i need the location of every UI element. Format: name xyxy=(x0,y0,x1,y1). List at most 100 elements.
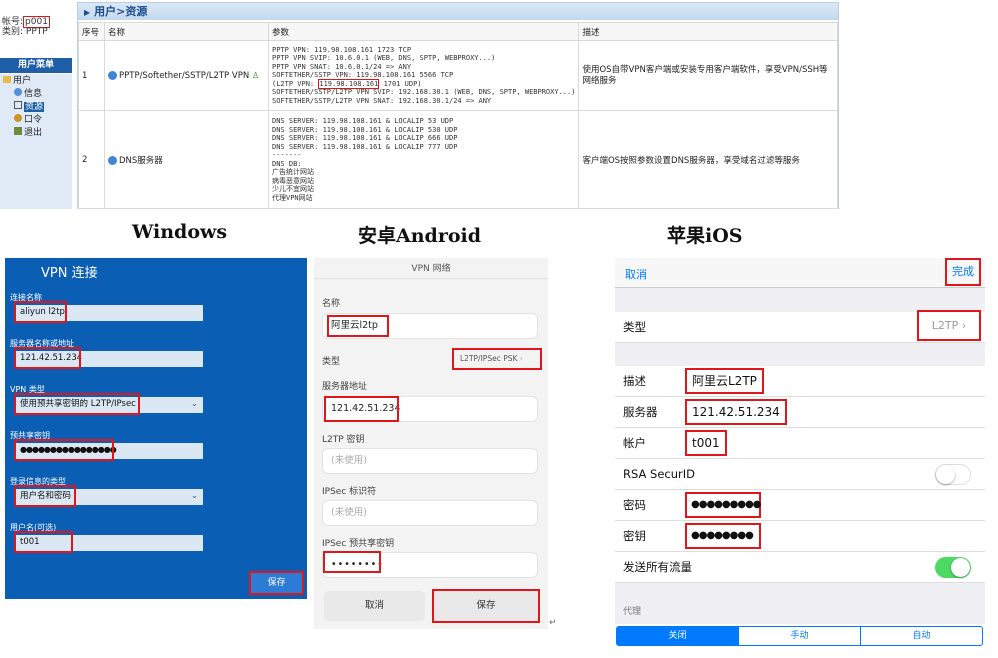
ios-proxy-auto[interactable]: 自动 xyxy=(860,627,982,645)
psk-input[interactable]: ●●●●●●●●●●●●●●●● xyxy=(14,439,203,461)
ios-rsa-label: RSA SecurID xyxy=(623,467,695,481)
key-icon xyxy=(14,114,22,122)
chevron-down-icon: ⌄ xyxy=(190,399,198,409)
globe-icon xyxy=(108,155,117,165)
android-type-select[interactable]: L2TP/IPSec PSK › xyxy=(452,348,542,370)
account-info: 帐号: p001 类别: PPTP xyxy=(2,16,72,37)
row-desc: 客户端OS按照参数设置DNS服务器，享受域名过滤等服务 xyxy=(578,110,838,209)
row-name: DNS服务器 xyxy=(104,110,269,209)
ios-account-value: t001 xyxy=(685,430,727,456)
ios-proxy-manual[interactable]: 手动 xyxy=(738,627,860,645)
windows-vpn-panel: VPN 连接 连接名称 aliyun l2tp 服务器名称或地址 121.42.… xyxy=(5,258,307,599)
ios-nav-bar: 取消 完成 xyxy=(615,258,985,288)
ios-server-value: 121.42.51.234 xyxy=(685,399,787,425)
android-title: VPN 网络 xyxy=(411,264,451,274)
row-desc: 使用OS自带VPN客户端或安装专用客户端软件，享受VPN/SSH等网络服务 xyxy=(578,40,838,111)
heading-windows: Windows xyxy=(132,221,228,243)
android-ipsec-id-input[interactable]: (未使用) xyxy=(322,500,538,526)
server-input[interactable]: 121.42.51.234 xyxy=(14,347,203,369)
col-header-index: 序号 xyxy=(78,22,105,41)
ios-type-label: 类型 xyxy=(623,320,646,334)
info-icon xyxy=(14,88,22,96)
heading-ios: 苹果iOS xyxy=(667,225,743,247)
logout-icon xyxy=(14,127,22,135)
ios-desc-row[interactable]: 描述 阿里云L2TP xyxy=(615,366,985,397)
login-type-select[interactable]: 用户名和密码 ⌄ xyxy=(14,485,203,507)
col-header-name: 名称 xyxy=(104,22,269,41)
play-icon: ▶ xyxy=(84,8,91,17)
vpn-type-select[interactable]: 使用预共享密钥的 L2TP/IPsec ⌄ xyxy=(14,393,203,415)
ios-rsa-switch[interactable] xyxy=(935,464,971,485)
divider xyxy=(314,278,548,279)
android-l2tp-secret-label: L2TP 密钥 xyxy=(322,435,365,445)
globe-icon xyxy=(108,70,117,80)
chevron-down-icon: ⌄ xyxy=(190,491,198,501)
tree-item-user[interactable]: 用户 xyxy=(3,76,31,87)
tree-item-password[interactable]: 口令 xyxy=(14,114,42,126)
user-side-panel: 帐号: p001 类别: PPTP 用户菜单 用户 信息 资源 口令 退出 xyxy=(0,0,72,209)
conn-name-input[interactable]: aliyun l2tp xyxy=(14,301,203,323)
android-server-label: 服务器地址 xyxy=(322,382,368,392)
android-name-input[interactable]: 阿里云l2tp xyxy=(322,313,538,339)
ios-desc-label: 描述 xyxy=(623,374,646,388)
row-params: PPTP VPN: 119.98.108.161 1723 TCP PPTP VP… xyxy=(267,40,580,111)
user-type: 类别: PPTP xyxy=(2,27,48,37)
l2tp-server-highlight: 119.98.108.161 xyxy=(318,78,380,89)
list-icon xyxy=(14,101,22,109)
ios-send-all-row: 发送所有流量 xyxy=(615,552,985,583)
ios-secret-label: 密钥 xyxy=(623,529,646,543)
ios-rsa-row: RSA SecurID xyxy=(615,459,985,490)
row-index: 2 xyxy=(78,110,105,209)
ios-cancel-button[interactable]: 取消 xyxy=(625,266,647,282)
row-name: PPTP/Softether/SSTP/L2TP VPN ♙ xyxy=(104,40,269,111)
ios-send-all-switch[interactable] xyxy=(935,557,971,578)
folder-icon xyxy=(3,76,11,83)
resource-table: 序号 名称 参数 描述 1 PPTP/Softether/SSTP/L2TP V… xyxy=(78,22,838,209)
ios-server-label: 服务器 xyxy=(623,405,658,419)
table-row: 2 DNS服务器 DNS SERVER: 119.98.108.161 & LO… xyxy=(78,110,838,209)
android-vpn-panel: VPN 网络 名称 阿里云l2tp 类型 L2TP/IPSec PSK › 服务… xyxy=(314,258,548,629)
ios-proxy-strip: 关闭 手动 自动 xyxy=(615,624,985,650)
account-label: 帐号: xyxy=(2,17,24,27)
ios-vpn-panel: 取消 完成 类型 L2TP › 描述 阿里云L2TP 服务器 121.42.51… xyxy=(615,258,985,650)
window-title: ▶ 用户>资源 xyxy=(78,3,838,20)
chevron-right-icon: › xyxy=(961,319,967,332)
ios-desc-value: 阿里云L2TP xyxy=(685,368,764,394)
ios-password-label: 密码 xyxy=(623,498,646,512)
android-cancel-button[interactable]: 取消 xyxy=(324,591,425,621)
ios-account-label: 帐户 xyxy=(623,436,646,450)
ios-proxy-off[interactable]: 关闭 xyxy=(617,627,738,645)
col-header-desc: 描述 xyxy=(578,22,838,41)
resource-window: ▶ 用户>资源 序号 名称 参数 描述 1 PPTP/Softether/SSTP… xyxy=(77,2,839,209)
ios-type-value: L2TP xyxy=(931,319,959,332)
android-save-button[interactable]: 保存 xyxy=(432,589,540,623)
return-mark-icon: ↵ xyxy=(549,618,557,628)
ios-password-row[interactable]: 密码 ●●●●●●●●● xyxy=(615,490,985,521)
row-index: 1 xyxy=(78,40,105,111)
ios-account-row[interactable]: 帐户 t001 xyxy=(615,428,985,459)
ios-send-all-label: 发送所有流量 xyxy=(623,560,692,574)
ios-done-button[interactable]: 完成 xyxy=(945,258,981,286)
android-psk-label: IPSec 预共享密钥 xyxy=(322,539,395,549)
tree-item-info[interactable]: 信息 xyxy=(14,88,42,100)
android-l2tp-secret-input[interactable]: (未使用) xyxy=(322,448,538,474)
ios-secret-row[interactable]: 密钥 ●●●●●●●● xyxy=(615,521,985,552)
android-server-input[interactable]: 121.42.51.234 xyxy=(322,396,538,422)
table-header: 序号 名称 参数 描述 xyxy=(78,22,838,41)
username-input[interactable]: t001 xyxy=(14,531,203,553)
android-type-label: 类型 xyxy=(322,357,341,367)
windows-title: VPN 连接 xyxy=(41,266,98,281)
tree-item-logout[interactable]: 退出 xyxy=(14,127,42,139)
user-icon: ♙ xyxy=(251,70,260,81)
ios-secret-value: ●●●●●●●● xyxy=(685,523,761,549)
heading-android: 安卓Android xyxy=(358,225,482,247)
ios-server-row[interactable]: 服务器 121.42.51.234 xyxy=(615,397,985,428)
android-name-label: 名称 xyxy=(322,299,341,309)
ios-proxy-segmented: 关闭 手动 自动 xyxy=(616,626,983,646)
chevron-right-icon: › xyxy=(519,354,523,363)
windows-save-button[interactable]: 保存 xyxy=(249,571,304,595)
android-psk-input[interactable]: •••••••• xyxy=(322,551,538,578)
col-header-params: 参数 xyxy=(267,22,580,41)
tree-item-resource[interactable]: 资源 xyxy=(14,101,45,113)
ios-type-row[interactable]: 类型 L2TP › xyxy=(615,310,985,343)
